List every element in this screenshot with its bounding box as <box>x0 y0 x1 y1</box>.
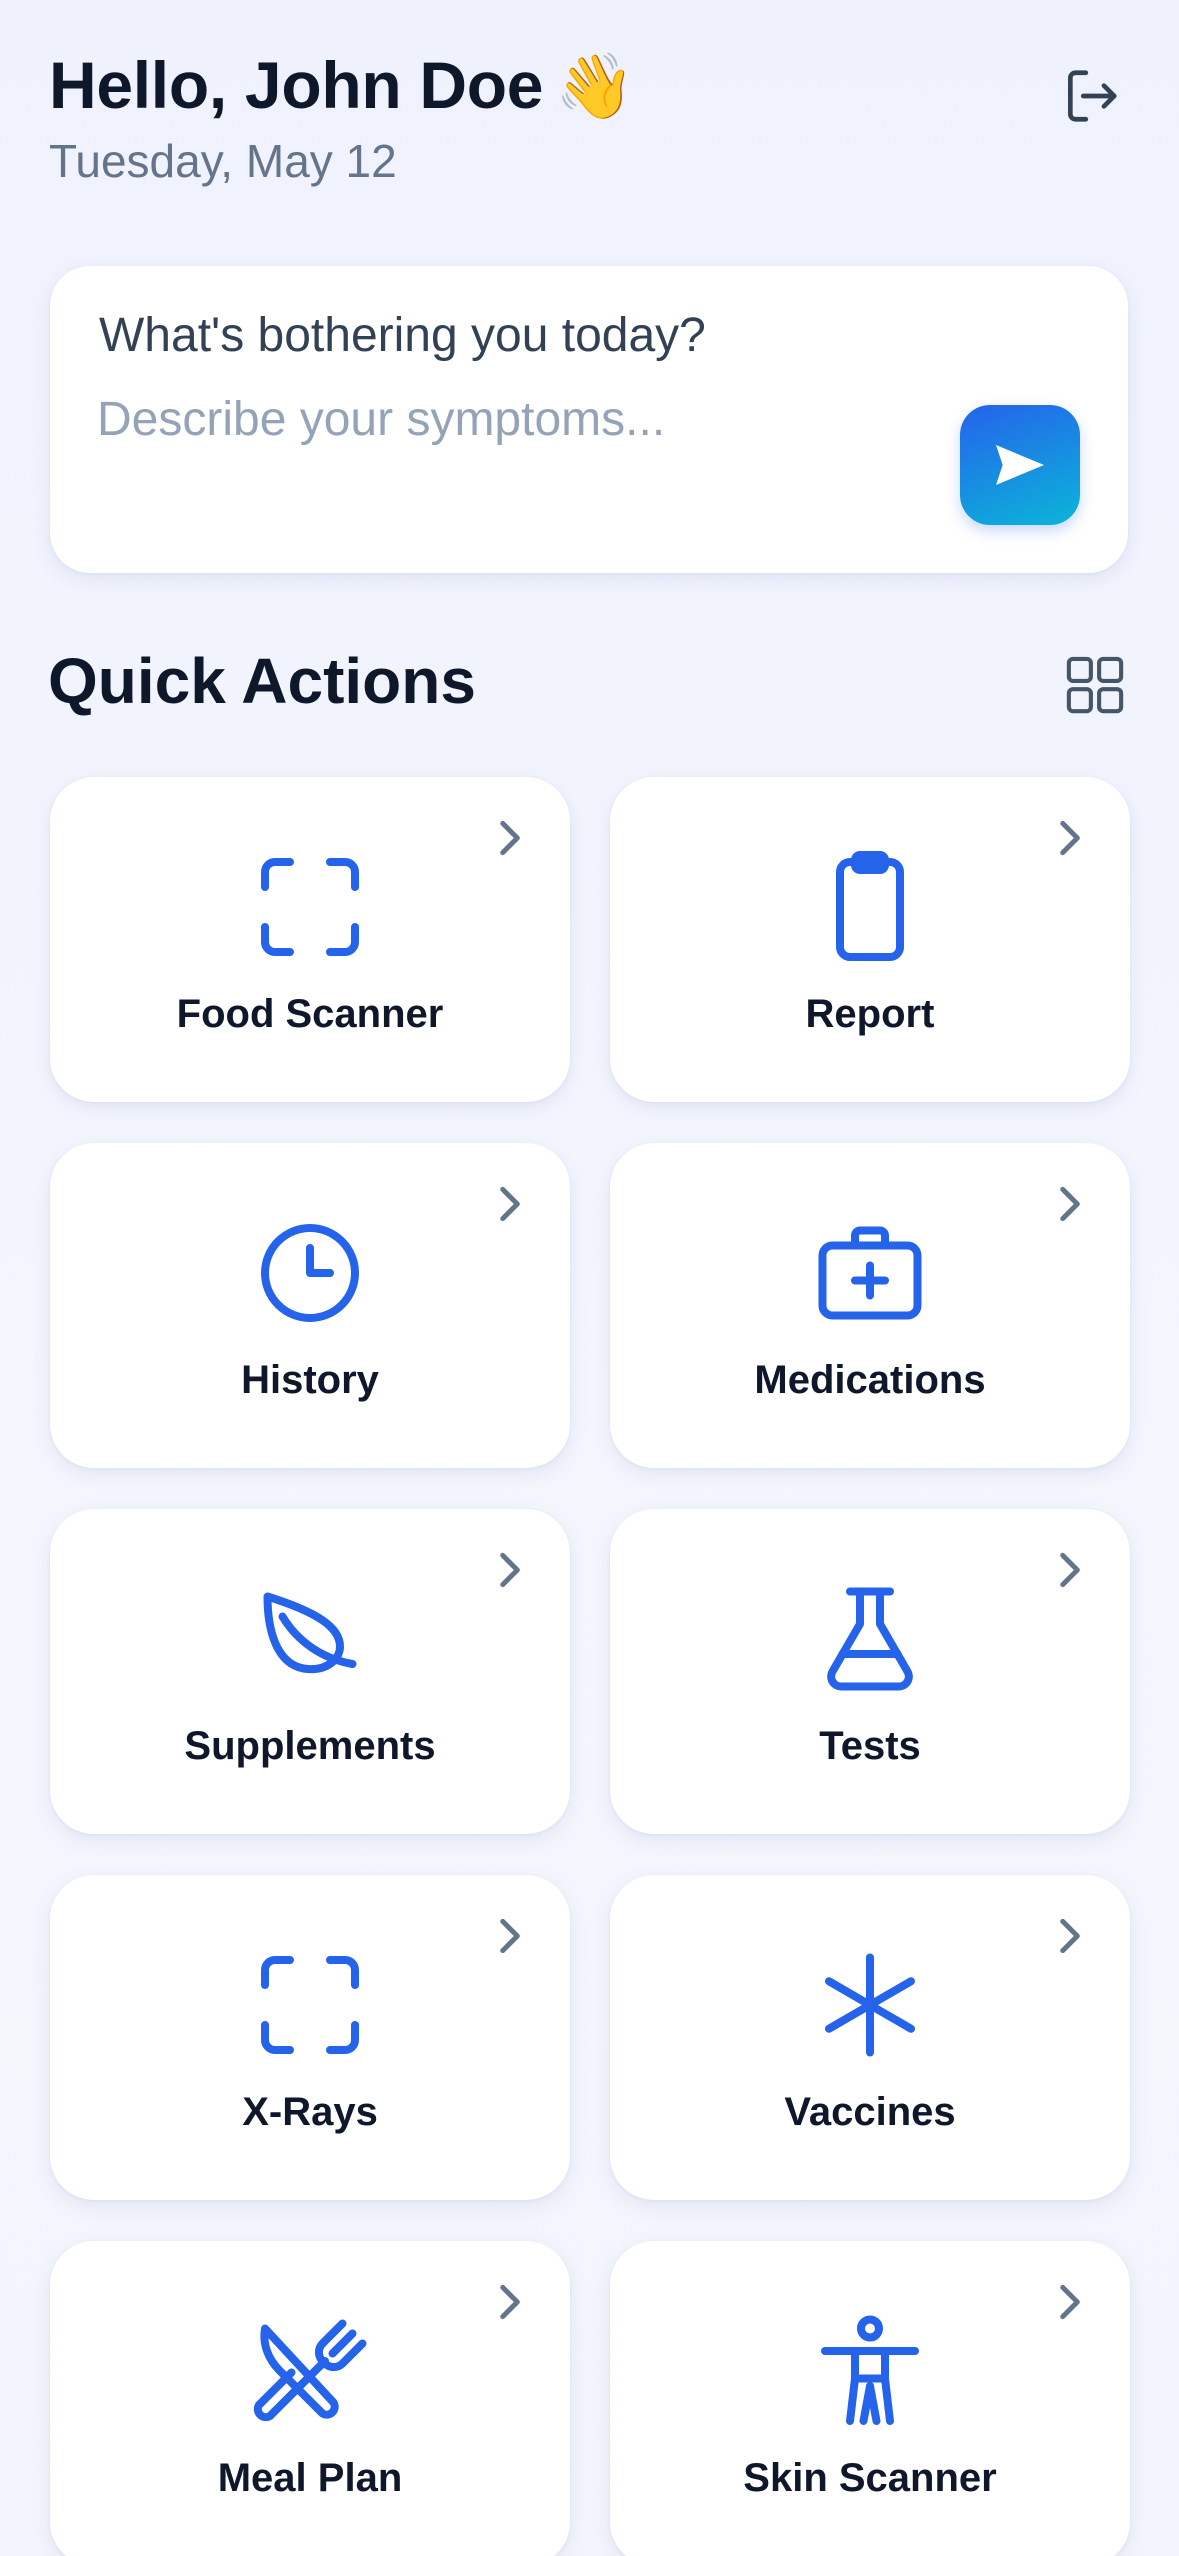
chevron-right-icon <box>1060 2284 1080 2320</box>
chevron-right-icon <box>500 2284 520 2320</box>
symptom-card: What's bothering you today? <box>50 266 1128 573</box>
leaf-icon <box>263 1592 357 1674</box>
send-button[interactable] <box>960 405 1080 525</box>
chevron-right-icon <box>1060 1186 1080 1222</box>
quick-action-food-scanner[interactable]: Food Scanner <box>50 777 570 1102</box>
quick-action-tests[interactable]: Tests <box>610 1509 1130 1834</box>
symptom-question: What's bothering you today? <box>99 309 706 362</box>
quick-action-label: Vaccines <box>784 2090 956 2134</box>
quick-action-label: Skin Scanner <box>743 2456 997 2500</box>
utensils-icon <box>253 2319 367 2422</box>
chevron-right-icon <box>500 1552 520 1588</box>
logout-icon <box>1068 70 1117 122</box>
quick-action-label: Meal Plan <box>217 2456 403 2500</box>
scan-icon <box>261 858 359 956</box>
quick-actions-title: Quick Actions <box>48 645 476 717</box>
waving-hand-icon: 👋 <box>555 50 635 122</box>
quick-action-label: Report <box>805 992 935 1036</box>
greeting-text: Hello, John Doe <box>49 48 544 122</box>
send-icon <box>996 445 1044 485</box>
chevron-right-icon <box>1060 820 1080 856</box>
flask-icon <box>827 1587 913 1691</box>
quick-action-label: Medications <box>754 1358 986 1402</box>
chevron-right-icon <box>500 1186 520 1222</box>
logout-button[interactable] <box>1051 56 1131 136</box>
greeting: Hello, John Doe 👋 <box>49 44 1131 127</box>
chevron-right-icon <box>1060 1918 1080 1954</box>
chevron-right-icon <box>500 1918 520 1954</box>
quick-action-history[interactable]: History <box>50 1143 570 1468</box>
quick-action-meal-plan[interactable]: Meal Plan <box>50 2241 570 2556</box>
chevron-right-icon <box>500 820 520 856</box>
symptom-input[interactable] <box>97 390 957 500</box>
quick-action-label: Supplements <box>184 1724 436 1768</box>
grid-view-button[interactable] <box>1062 652 1128 718</box>
quick-action-skin-scanner[interactable]: Skin Scanner <box>610 2241 1130 2556</box>
person-icon <box>821 2315 919 2425</box>
quick-action-vaccines[interactable]: Vaccines <box>610 1875 1130 2200</box>
quick-action-label: Tests <box>819 1724 921 1768</box>
header: Hello, John Doe 👋 Tuesday, May 12 <box>49 44 1131 194</box>
chevron-right-icon <box>1060 1552 1080 1588</box>
quick-action-medications[interactable]: Medications <box>610 1143 1130 1468</box>
quick-action-label: X-Rays <box>242 2090 378 2134</box>
clipboard-icon <box>836 851 904 961</box>
scan-icon <box>261 1956 359 2054</box>
current-date: Tuesday, May 12 <box>49 135 397 187</box>
asterisk-icon <box>825 1953 915 2057</box>
quick-action-label: History <box>241 1358 379 1402</box>
quick-action-x-rays[interactable]: X-Rays <box>50 1875 570 2200</box>
grid-view-icon <box>1066 656 1124 714</box>
quick-action-report[interactable]: Report <box>610 777 1130 1102</box>
clock-icon <box>261 1224 359 1322</box>
medical-kit-icon <box>818 1226 922 1320</box>
quick-action-supplements[interactable]: Supplements <box>50 1509 570 1834</box>
quick-action-label: Food Scanner <box>176 992 444 1036</box>
